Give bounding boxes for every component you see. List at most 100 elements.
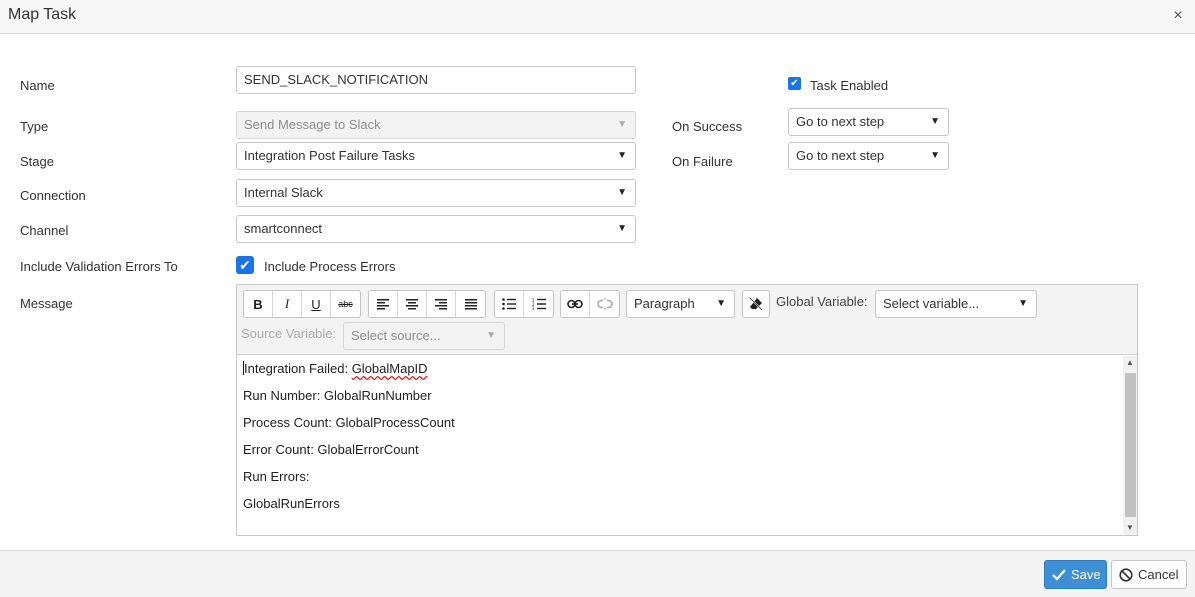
chevron-down-icon: ▼ [930,116,940,127]
stage-label: Stage [20,154,54,169]
underline-button[interactable]: U [302,291,331,317]
channel-label: Channel [20,223,69,238]
dialog-header: Map Task × [0,0,1195,34]
connection-label: Connection [20,188,86,203]
paragraph-format-value: Paragraph [634,296,695,311]
scroll-down-icon[interactable]: ▼ [1123,521,1137,535]
dialog-title: Map Task [8,6,77,23]
justify-button[interactable] [456,291,485,317]
chevron-down-icon: ▼ [1018,298,1028,309]
close-icon[interactable]: × [1171,7,1185,25]
on-failure-select-value: Go to next step [796,148,885,163]
svg-text:3: 3 [532,306,535,310]
variable-token: GlobalErrorCount [317,442,419,457]
message-line: Process Count: GlobalProcessCount [243,414,1117,441]
unlink-button[interactable] [590,291,619,317]
variable-token: GlobalRunErrors [243,496,340,511]
line-text: Process Count: [243,415,336,430]
message-editor: B I U abc 1 2 3 Paragraph ▼ Global Varia… [236,284,1138,536]
editor-toolbar: B I U abc 1 2 3 Paragraph ▼ Global Varia… [237,285,1137,355]
line-text: Run Errors: [243,469,310,484]
strikethrough-button[interactable]: abc [331,291,360,317]
cancel-icon [1119,567,1133,582]
bold-button[interactable]: B [244,291,273,317]
scroll-thumb[interactable] [1125,373,1136,517]
bullet-list-icon [502,298,516,310]
insert-link-button[interactable] [561,291,590,317]
task-enabled-checkbox[interactable]: ✔ [788,77,801,90]
scroll-up-icon[interactable]: ▲ [1123,356,1137,370]
align-left-button[interactable] [369,291,398,317]
connection-select[interactable]: Internal Slack ▼ [236,179,636,207]
variable-token: GlobalRunNumber [323,388,432,403]
type-label: Type [20,119,49,134]
source-variable-select: Select source... ▼ [343,322,505,350]
align-right-icon [435,298,447,309]
cancel-button[interactable]: Cancel [1111,560,1187,589]
alignment-group [368,290,486,318]
type-select-value: Send Message to Slack [244,117,381,132]
message-label: Message [20,296,73,311]
source-variable-label: Source Variable: [241,326,337,341]
save-button[interactable]: Save [1044,560,1107,589]
global-variable-label: Global Variable: [776,294,868,309]
include-process-errors-label: Include Process Errors [264,259,396,274]
on-failure-select[interactable]: Go to next step ▼ [788,142,949,170]
include-validation-errors-label: Include Validation Errors To [20,259,178,274]
chevron-down-icon: ▼ [486,330,496,341]
chevron-down-icon: ▼ [716,298,726,309]
strikethrough-icon: abc [338,299,353,309]
name-input[interactable]: SEND_SLACK_NOTIFICATION [236,66,636,94]
line-text: Error Count: [243,442,318,457]
align-center-button[interactable] [398,291,427,317]
connection-select-value: Internal Slack [244,185,323,200]
checkmark-icon: ✔ [239,257,251,273]
global-variable-value: Select variable... [883,296,980,311]
link-group [560,290,620,318]
underline-icon: U [311,296,321,312]
chevron-down-icon: ▼ [617,150,627,161]
clear-formatting-button[interactable] [743,291,769,317]
chevron-down-icon: ▼ [930,150,940,161]
paragraph-format-select[interactable]: Paragraph ▼ [626,290,735,318]
bullet-list-button[interactable] [495,291,524,317]
map-task-dialog: Map Task × Name Type Stage Connection Ch… [0,0,1195,597]
bold-icon: B [253,296,263,312]
message-line: Run Errors: [243,468,1117,495]
type-select: Send Message to Slack ▼ [236,111,636,139]
global-variable-select[interactable]: Select variable... ▼ [875,290,1037,318]
checkmark-icon: ✔ [790,78,799,89]
variable-token: GlobalProcessCount [335,415,455,430]
numbered-list-icon: 123 [532,298,546,310]
save-button-label: Save [1071,567,1101,582]
editor-content-area[interactable]: Integration Failed: GlobalMapID Run Numb… [237,356,1123,535]
dialog-footer: Save Cancel [0,550,1195,597]
include-process-errors-checkbox[interactable]: ✔ [236,256,254,274]
eraser-icon [749,297,763,311]
chevron-down-icon: ▼ [617,119,627,130]
on-failure-label: On Failure [672,154,733,169]
stage-select[interactable]: Integration Post Failure Tasks ▼ [236,142,636,170]
message-line: Integration Failed: GlobalMapID [243,360,1117,387]
stage-select-value: Integration Post Failure Tasks [244,148,416,163]
channel-select[interactable]: smartconnect ▼ [236,215,636,243]
italic-icon: I [284,296,290,311]
name-label: Name [20,78,55,93]
line-text: Integration Failed: [244,361,352,376]
on-success-select[interactable]: Go to next step ▼ [788,108,949,136]
justify-icon [464,298,477,309]
checkmark-icon [1052,568,1066,581]
unlink-icon [596,298,613,310]
clear-format-group [742,290,770,318]
on-success-select-value: Go to next step [796,114,885,129]
channel-select-value: smartconnect [244,221,323,236]
message-line: GlobalRunErrors [243,495,1117,522]
chevron-down-icon: ▼ [617,187,627,198]
message-line: Error Count: GlobalErrorCount [243,441,1117,468]
italic-button[interactable]: I [273,291,302,317]
numbered-list-button[interactable]: 123 [524,291,553,317]
variable-token: GlobalMapID [351,361,428,376]
list-group: 123 [494,290,554,318]
align-right-button[interactable] [427,291,456,317]
editor-scrollbar[interactable]: ▲ ▼ [1123,356,1137,535]
